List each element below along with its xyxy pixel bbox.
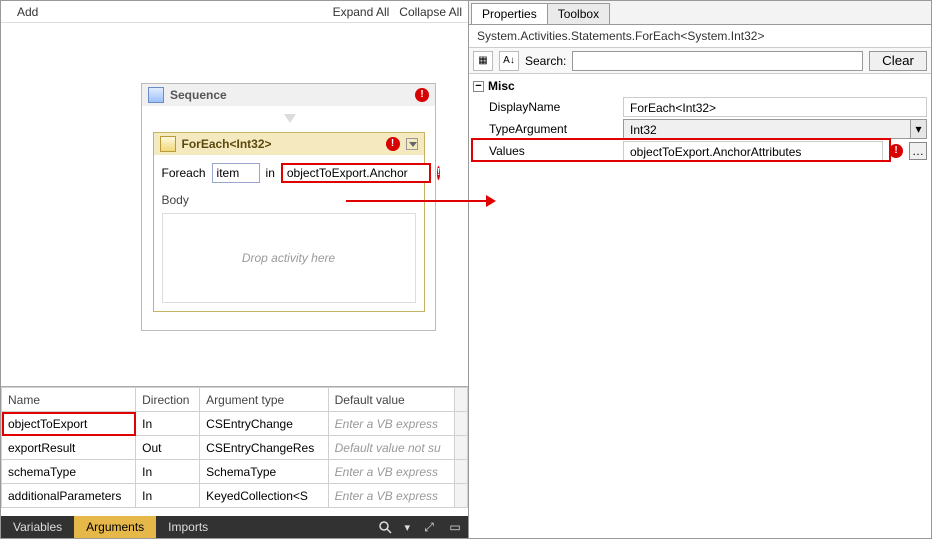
error-icon: ! bbox=[415, 88, 429, 102]
arg-default-cell[interactable]: Default value not su bbox=[328, 436, 454, 460]
selected-type-line: System.Activities.Statements.ForEach<Sys… bbox=[469, 25, 931, 48]
zoom-percent[interactable]: ▾ bbox=[398, 516, 416, 538]
arg-name-cell[interactable]: additionalParameters bbox=[2, 484, 136, 508]
prop-value[interactable]: objectToExport.AnchorAttributes bbox=[623, 141, 883, 161]
error-icon: ! bbox=[889, 144, 903, 158]
property-grid: − Misc DisplayName ForEach<Int32> TypeAr… bbox=[469, 74, 931, 538]
tab-toolbox[interactable]: Toolbox bbox=[547, 3, 610, 24]
foreach-source-input[interactable] bbox=[281, 163, 431, 183]
error-icon: ! bbox=[437, 166, 440, 180]
table-row[interactable]: objectToExportInCSEntryChangeEnter a VB … bbox=[2, 412, 468, 436]
arg-type-cell[interactable]: SchemaType bbox=[200, 460, 328, 484]
dropdown-icon[interactable]: ▾ bbox=[911, 119, 927, 139]
prop-displayname[interactable]: DisplayName ForEach<Int32> bbox=[473, 96, 927, 118]
sequence-body: ForEach<Int32> ! Foreach in ! bbox=[142, 106, 435, 330]
in-keyword: in bbox=[266, 166, 275, 180]
bottom-tab-strip: Variables Arguments Imports ▾ ⤢ ▭ bbox=[1, 516, 468, 538]
col-default[interactable]: Default value bbox=[328, 388, 454, 412]
left-pane: Add Expand All Collapse All Sequence ! F bbox=[1, 1, 469, 538]
tab-imports[interactable]: Imports bbox=[156, 516, 220, 538]
categorized-sort-button[interactable]: ▦ bbox=[473, 51, 493, 71]
chevron-down-icon bbox=[280, 114, 298, 126]
sequence-header[interactable]: Sequence ! bbox=[142, 84, 435, 106]
right-pane: Properties Toolbox System.Activities.Sta… bbox=[469, 1, 931, 538]
arg-type-cell[interactable]: CSEntryChange bbox=[200, 412, 328, 436]
foreach-icon bbox=[160, 136, 176, 152]
prop-name: Values bbox=[473, 144, 623, 158]
foreach-iterator-input[interactable] bbox=[212, 163, 260, 183]
prop-value[interactable]: ForEach<Int32> bbox=[623, 97, 927, 117]
body-drop-zone[interactable]: Drop activity here bbox=[162, 213, 416, 303]
arg-direction-cell[interactable]: Out bbox=[136, 436, 200, 460]
prop-typeargument[interactable]: TypeArgument Int32 ▾ bbox=[473, 118, 927, 140]
property-search-row: ▦ A↓ Search: Clear bbox=[469, 48, 931, 74]
arg-direction-cell[interactable]: In bbox=[136, 412, 200, 436]
prop-values[interactable]: Values objectToExport.AnchorAttributes !… bbox=[473, 140, 927, 162]
add-activity-link[interactable]: Add bbox=[17, 5, 38, 19]
col-type[interactable]: Argument type bbox=[200, 388, 328, 412]
category-misc[interactable]: − Misc bbox=[473, 76, 927, 96]
scrollbar-gutter bbox=[455, 388, 468, 412]
ellipsis-button[interactable]: … bbox=[909, 142, 927, 160]
arg-type-cell[interactable]: CSEntryChangeRes bbox=[200, 436, 328, 460]
collapse-caret-icon[interactable] bbox=[406, 138, 418, 150]
scrollbar-gutter bbox=[455, 460, 468, 484]
scrollbar-gutter bbox=[455, 412, 468, 436]
error-icon: ! bbox=[386, 137, 400, 151]
search-label: Search: bbox=[525, 54, 566, 68]
col-name[interactable]: Name bbox=[2, 388, 136, 412]
arg-name-cell[interactable]: exportResult bbox=[2, 436, 136, 460]
collapse-all-link[interactable]: Collapse All bbox=[399, 5, 462, 19]
prop-name: DisplayName bbox=[473, 100, 623, 114]
category-label: Misc bbox=[488, 79, 515, 93]
arg-name-cell[interactable]: objectToExport bbox=[2, 412, 136, 436]
arg-direction-cell[interactable]: In bbox=[136, 484, 200, 508]
collapse-icon[interactable]: − bbox=[473, 81, 484, 92]
foreach-activity[interactable]: ForEach<Int32> ! Foreach in ! bbox=[153, 132, 425, 312]
arg-direction-cell[interactable]: In bbox=[136, 460, 200, 484]
table-row[interactable]: additionalParametersInKeyedCollection<SE… bbox=[2, 484, 468, 508]
foreach-title: ForEach<Int32> bbox=[182, 137, 380, 151]
overview-icon[interactable]: ▭ bbox=[442, 516, 468, 538]
designer-toolbar: Add Expand All Collapse All bbox=[1, 1, 468, 23]
tab-properties[interactable]: Properties bbox=[471, 3, 548, 24]
arg-default-cell[interactable]: Enter a VB express bbox=[328, 484, 454, 508]
alpha-sort-button[interactable]: A↓ bbox=[499, 51, 519, 71]
workflow-designer-window: Add Expand All Collapse All Sequence ! F bbox=[0, 0, 932, 539]
foreach-header[interactable]: ForEach<Int32> ! bbox=[154, 133, 424, 155]
arg-default-cell[interactable]: Enter a VB express bbox=[328, 460, 454, 484]
arg-name-cell[interactable]: schemaType bbox=[2, 460, 136, 484]
drop-hint-text: Drop activity here bbox=[242, 251, 335, 265]
tab-variables[interactable]: Variables bbox=[1, 516, 74, 538]
scrollbar-gutter bbox=[455, 436, 468, 460]
sequence-icon bbox=[148, 87, 164, 103]
table-row[interactable]: exportResultOutCSEntryChangeResDefault v… bbox=[2, 436, 468, 460]
prop-name: TypeArgument bbox=[473, 122, 623, 136]
sequence-activity[interactable]: Sequence ! ForEach<Int32> ! bbox=[141, 83, 436, 331]
clear-search-button[interactable]: Clear bbox=[869, 51, 927, 71]
property-search-input[interactable] bbox=[572, 51, 863, 71]
sequence-title: Sequence bbox=[170, 88, 409, 102]
search-icon[interactable] bbox=[372, 516, 398, 538]
scrollbar-gutter bbox=[455, 484, 468, 508]
expand-all-link[interactable]: Expand All bbox=[333, 5, 390, 19]
body-label: Body bbox=[162, 193, 416, 207]
arguments-header-row: Name Direction Argument type Default val… bbox=[2, 388, 468, 412]
arg-type-cell[interactable]: KeyedCollection<S bbox=[200, 484, 328, 508]
foreach-expression-row: Foreach in ! bbox=[162, 163, 416, 183]
tab-arguments[interactable]: Arguments bbox=[74, 516, 156, 538]
properties-tab-row: Properties Toolbox bbox=[469, 1, 931, 25]
prop-value[interactable]: Int32 bbox=[623, 119, 911, 139]
col-direction[interactable]: Direction bbox=[136, 388, 200, 412]
arg-default-cell[interactable]: Enter a VB express bbox=[328, 412, 454, 436]
foreach-keyword: Foreach bbox=[162, 166, 206, 180]
designer-canvas[interactable]: Sequence ! ForEach<Int32> ! bbox=[1, 23, 468, 386]
fit-to-screen-icon[interactable]: ⤢ bbox=[416, 516, 442, 538]
arguments-grid: Name Direction Argument type Default val… bbox=[1, 386, 468, 516]
arguments-table: Name Direction Argument type Default val… bbox=[1, 387, 468, 508]
foreach-body: Foreach in ! Body Drop activity here bbox=[154, 155, 424, 311]
table-row[interactable]: schemaTypeInSchemaTypeEnter a VB express bbox=[2, 460, 468, 484]
